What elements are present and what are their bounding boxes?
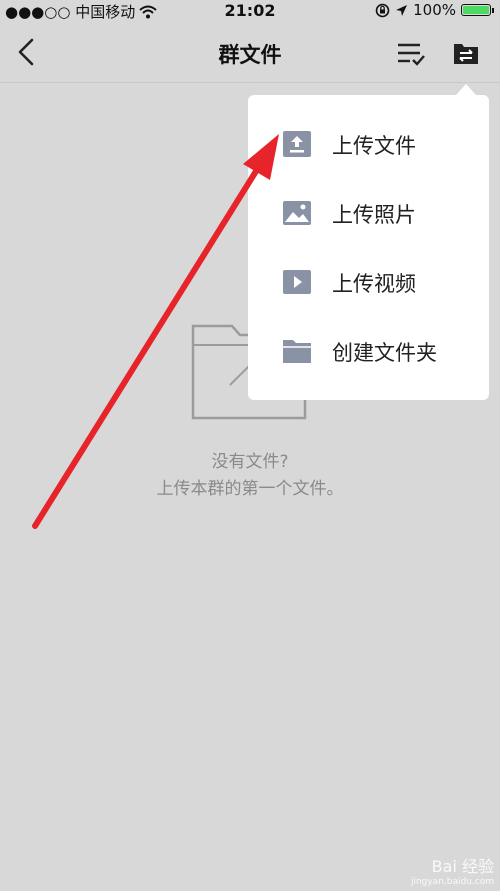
watermark-url: jingyan.baidu.com [410, 877, 494, 887]
menu-item-upload-file[interactable]: 上传文件 [248, 109, 489, 179]
rotation-lock-icon [375, 3, 390, 17]
file-sort-icon[interactable] [452, 40, 480, 66]
status-bar: ●●●○○ 中国移动 21:02 100% [0, 0, 500, 22]
menu-label-create-folder: 创建文件夹 [332, 341, 437, 365]
image-icon [283, 201, 311, 225]
menu-label-upload-video: 上传视频 [332, 272, 416, 296]
watermark-text: Bai 经验 [431, 857, 494, 876]
multi-select-list-icon[interactable] [395, 40, 427, 66]
menu-item-upload-video[interactable]: 上传视频 [248, 247, 489, 317]
location-arrow-icon [396, 4, 408, 16]
folder-icon [283, 340, 311, 363]
screen: ●●●○○ 中国移动 21:02 100% 群文件 没有文件? 上传本群的第一个… [0, 0, 500, 891]
empty-state-subtitle: 上传本群的第一个文件。 [156, 479, 344, 499]
menu-label-upload-photo: 上传照片 [332, 203, 416, 227]
empty-state-title: 没有文件? [211, 452, 289, 472]
status-right: 100% [375, 1, 494, 19]
menu-item-upload-photo[interactable]: 上传照片 [248, 178, 489, 248]
menu-label-upload-file: 上传文件 [332, 134, 416, 158]
upload-file-icon [283, 131, 311, 157]
battery-tip [492, 7, 494, 13]
battery-icon [461, 4, 491, 16]
battery-percent: 100% [413, 1, 456, 19]
video-play-icon [283, 270, 311, 294]
upload-popup-menu: 上传文件 上传照片 上传视频 创建文件夹 [248, 95, 489, 400]
baidu-watermark: Bai 经验 jingyan.baidu.com [411, 853, 494, 887]
menu-item-create-folder[interactable]: 创建文件夹 [248, 316, 489, 386]
nav-bar: 群文件 [0, 22, 500, 83]
